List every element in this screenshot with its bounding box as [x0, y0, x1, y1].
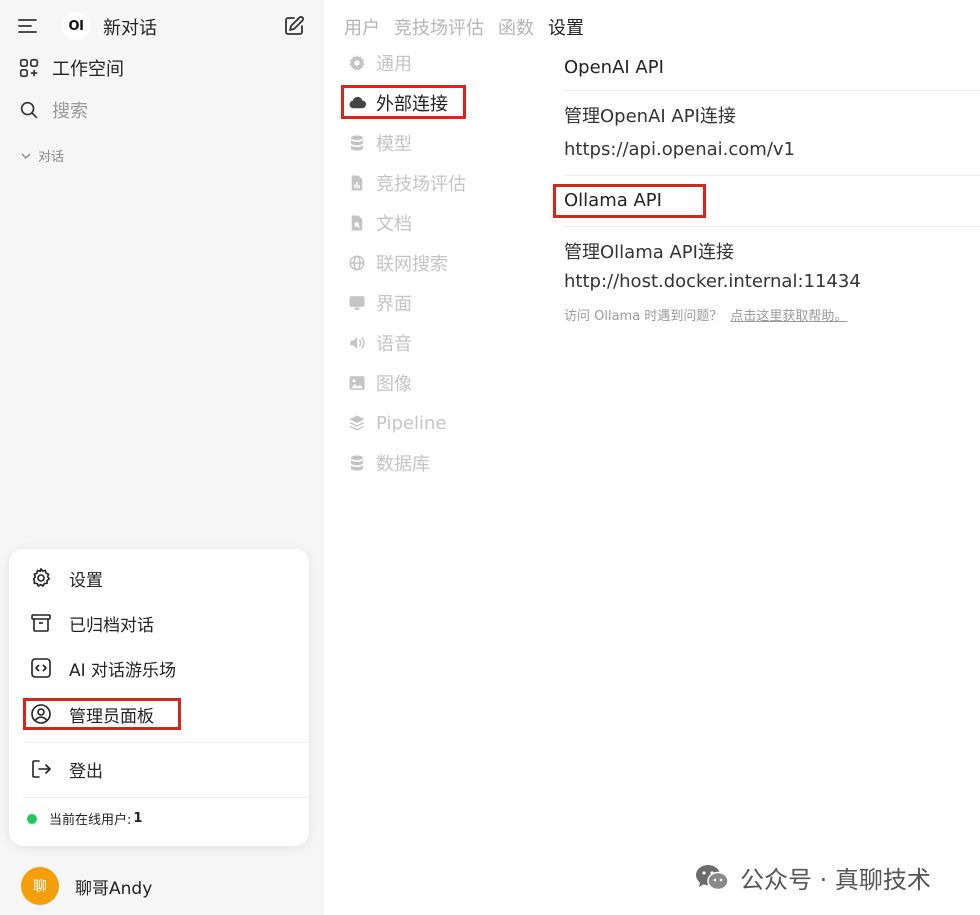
new-chat-button[interactable]: 新对话	[103, 14, 157, 40]
openai-manage-label: 管理OpenAI API连接	[564, 106, 736, 127]
settings-nav-label: 图像	[376, 374, 412, 395]
monitor-icon	[349, 296, 365, 310]
section-divider	[564, 90, 980, 91]
menu-item-playground[interactable]: AI 对话游乐场	[29, 653, 176, 683]
edit-icon[interactable]	[282, 14, 306, 38]
search-input[interactable]: 搜索	[52, 97, 88, 123]
archive-icon	[31, 614, 51, 632]
settings-nav-label: 联网搜索	[376, 254, 448, 275]
settings-nav-models[interactable]: 模型	[348, 130, 412, 156]
settings-nav-label: 数据库	[376, 454, 430, 475]
settings-nav-connections[interactable]: 外部连接	[348, 90, 448, 116]
menu-divider	[23, 797, 309, 798]
settings-nav-pipeline[interactable]: Pipeline	[348, 410, 446, 436]
user-menu	[9, 549, 309, 846]
tab-functions[interactable]: 函数	[498, 14, 534, 40]
watermark-text: 公众号 · 真聊技术	[740, 866, 931, 894]
watermark: 公众号 · 真聊技术	[694, 860, 931, 895]
online-dot-icon	[27, 813, 37, 824]
menu-label: 管理员面板	[69, 706, 154, 727]
workspace-label: 工作空间	[52, 59, 124, 80]
cloud-icon	[349, 96, 366, 109]
user-circle-icon	[31, 704, 51, 724]
search-icon	[20, 101, 38, 119]
openai-api-title: OpenAI API	[564, 57, 664, 78]
help-link[interactable]: 点击这里获取帮助。	[730, 309, 847, 324]
settings-nav-label: 竞技场评估	[376, 174, 466, 195]
settings-nav-database[interactable]: 数据库	[348, 450, 430, 476]
ollama-help: 访问 Ollama 时遇到问题？ 点击这里获取帮助。	[564, 305, 847, 324]
gear-icon	[32, 568, 51, 587]
chart-doc-icon	[351, 175, 363, 191]
sidebar-search[interactable]: 搜索	[18, 96, 88, 124]
settings-nav-label: 通用	[376, 54, 412, 75]
wechat-icon	[696, 864, 729, 890]
section-divider	[564, 175, 980, 176]
menu-label: AI 对话游乐场	[69, 660, 177, 681]
ollama-url-field[interactable]: http://host.docker.internal:11434	[564, 271, 861, 292]
menu-label: 登出	[69, 761, 103, 782]
avatar: 聊	[21, 867, 59, 905]
help-text: 访问 Ollama 时遇到问题？	[564, 309, 723, 324]
grid-plus-icon	[19, 58, 39, 78]
sidebar-item-workspace[interactable]: 工作空间	[18, 54, 124, 82]
settings-nav-images[interactable]: 图像	[348, 370, 412, 396]
settings-nav-label: 外部连接	[376, 94, 448, 115]
admin-tabs: 用户 竞技场评估 函数 设置	[344, 14, 598, 40]
ollama-manage-label: 管理Ollama API连接	[564, 242, 734, 263]
menu-icon[interactable]	[16, 14, 40, 38]
database-icon	[351, 455, 363, 471]
settings-nav-label: 语音	[376, 334, 412, 355]
settings-nav-audio[interactable]: 语音	[348, 330, 412, 356]
menu-item-logout[interactable]: 登出	[29, 754, 103, 784]
chats-section-label: 对话	[38, 150, 65, 165]
settings-nav-arena[interactable]: 竞技场评估	[348, 170, 466, 196]
online-count: 1	[133, 811, 143, 826]
online-users-status: 当前在线用户: 1	[27, 809, 142, 828]
tab-settings[interactable]: 设置	[548, 14, 584, 40]
chevron-down-icon	[21, 153, 31, 159]
menu-label: 已归档对话	[69, 615, 154, 636]
globe-icon	[349, 255, 365, 271]
settings-nav-label: 模型	[376, 134, 412, 155]
tab-users[interactable]: 用户	[344, 14, 380, 40]
logout-icon	[32, 760, 51, 778]
openai-url-field[interactable]: https://api.openai.com/v1	[564, 139, 795, 160]
sidebar-header: OI 新对话	[0, 0, 324, 52]
gear-icon	[349, 55, 365, 71]
menu-divider	[23, 742, 309, 743]
settings-nav-label: 文档	[376, 214, 412, 235]
settings-nav-label: Pipeline	[376, 412, 447, 434]
menu-label: 设置	[69, 570, 103, 591]
menu-item-admin-panel[interactable]: 管理员面板	[29, 699, 154, 729]
settings-nav-label: 界面	[376, 294, 412, 315]
settings-nav-web-search[interactable]: 联网搜索	[348, 250, 448, 276]
user-name: 聊哥Andy	[75, 878, 153, 899]
tab-arena[interactable]: 竞技场评估	[394, 14, 484, 40]
settings-nav-general[interactable]: 通用	[348, 50, 412, 76]
menu-item-settings[interactable]: 设置	[29, 563, 103, 593]
document-search-icon	[351, 215, 363, 231]
online-label: 当前在线用户:	[49, 813, 132, 828]
settings-nav-documents[interactable]: 文档	[348, 210, 412, 236]
menu-item-archived[interactable]: 已归档对话	[29, 608, 154, 638]
app-logo: OI	[62, 12, 90, 40]
code-icon	[31, 658, 51, 678]
database-icon	[351, 135, 363, 151]
speaker-icon	[350, 337, 365, 349]
image-icon	[349, 376, 365, 390]
chats-section-toggle[interactable]: 对话	[20, 146, 64, 165]
layers-icon	[349, 415, 365, 431]
ollama-api-title: Ollama API	[564, 190, 662, 211]
settings-nav-interface[interactable]: 界面	[348, 290, 412, 316]
user-profile[interactable]: 聊 聊哥Andy	[21, 867, 152, 905]
section-divider	[564, 226, 980, 227]
